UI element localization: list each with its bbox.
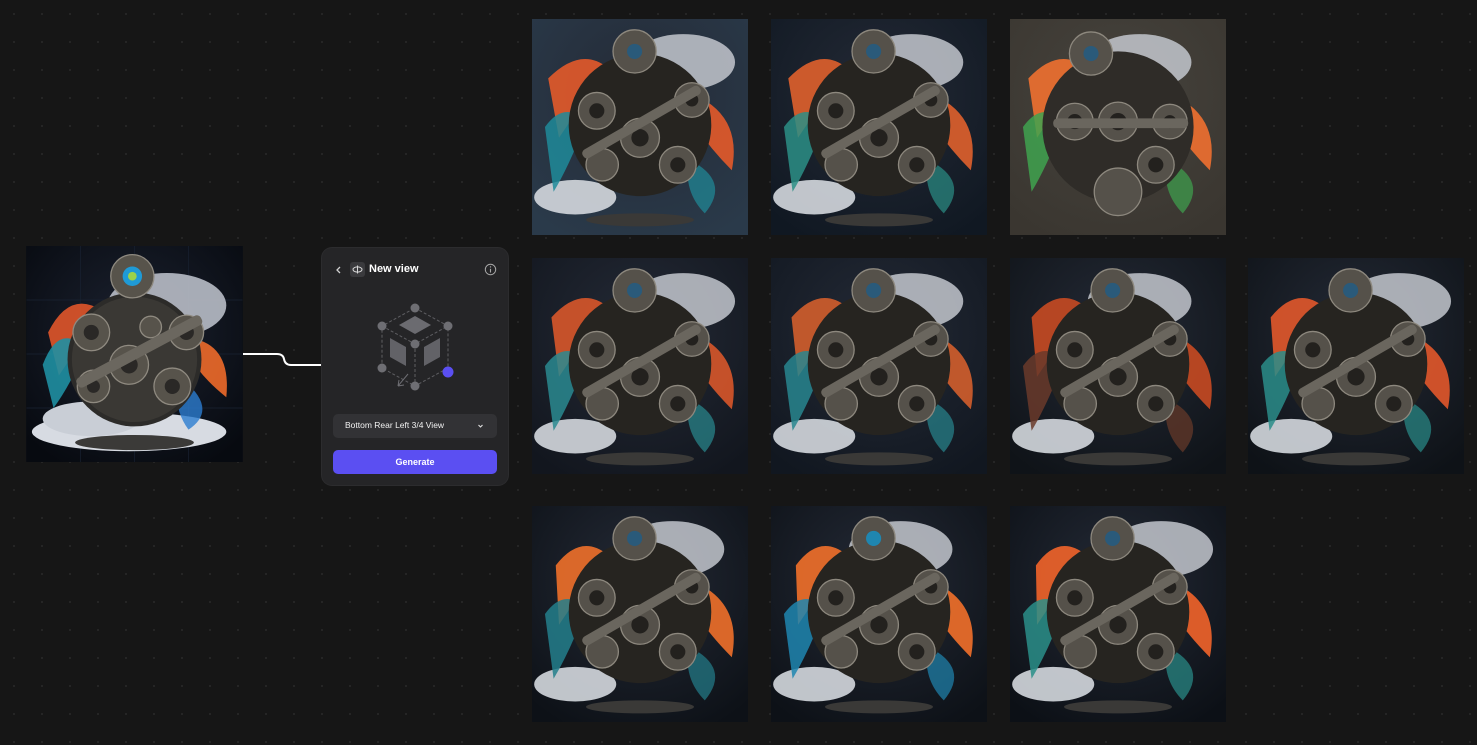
view-angle-select[interactable]: Bottom Rear Left 3/4 View — [333, 414, 497, 438]
gear-sculpture-image-art — [1010, 258, 1226, 474]
result-image[interactable] — [1010, 19, 1226, 235]
camera-angle-cube-icon[interactable] — [368, 300, 462, 400]
selected-angle-dot — [442, 366, 454, 378]
result-image[interactable] — [771, 258, 987, 474]
gear-sculpture-image-art — [771, 258, 987, 474]
source-image-art — [26, 246, 243, 462]
view-node-icon — [350, 262, 365, 277]
gear-sculpture-image-art — [1010, 19, 1226, 235]
new-view-panel: New view Bottom Rear Left 3/4 View Gener… — [322, 248, 508, 485]
gear-sculpture-image-art — [1010, 506, 1226, 722]
gear-sculpture-image-art — [532, 506, 748, 722]
result-image[interactable] — [1010, 506, 1226, 722]
gear-sculpture-image-art — [532, 258, 748, 474]
result-image[interactable] — [532, 19, 748, 235]
result-image[interactable] — [1248, 258, 1464, 474]
result-image[interactable] — [1010, 258, 1226, 474]
gear-sculpture-image-art — [532, 19, 748, 235]
view-angle-value: Bottom Rear Left 3/4 View — [345, 420, 445, 430]
panel-header: New view — [322, 262, 508, 278]
chevron-left-icon[interactable] — [334, 262, 344, 278]
result-image[interactable] — [771, 19, 987, 235]
result-image[interactable] — [532, 506, 748, 722]
result-image[interactable] — [771, 506, 987, 722]
panel-title: New view — [369, 263, 419, 275]
chevron-down-icon — [478, 424, 483, 428]
node-connector — [243, 353, 325, 366]
result-image[interactable] — [532, 258, 748, 474]
gear-sculpture-image-art — [771, 19, 987, 235]
info-icon[interactable] — [484, 263, 497, 276]
gear-sculpture-image-art — [1248, 258, 1464, 474]
source-image[interactable] — [26, 246, 243, 462]
generate-button[interactable]: Generate — [333, 450, 497, 474]
gear-sculpture-image-art — [771, 506, 987, 722]
